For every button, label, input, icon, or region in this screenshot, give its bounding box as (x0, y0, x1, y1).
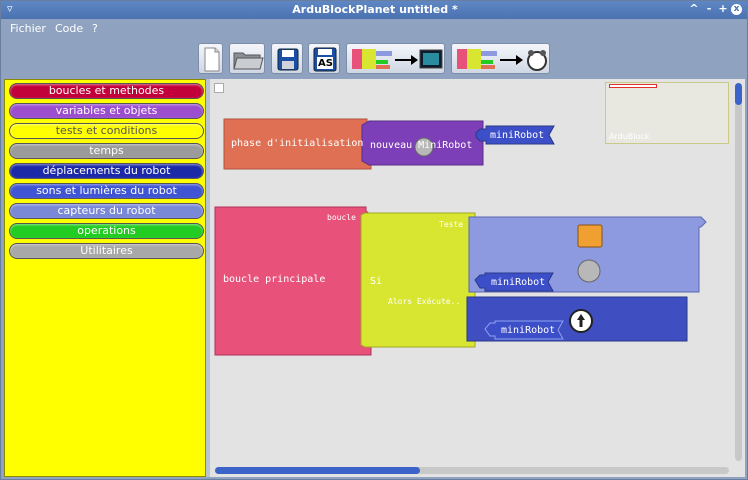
horizontal-scrollbar[interactable] (215, 467, 729, 474)
if-then-socket-label: Alors Exécute.. (388, 297, 461, 306)
loop-socket-label: boucle (327, 213, 356, 222)
if-block-label: Si (370, 276, 383, 287)
question-mark-icon (577, 224, 603, 248)
if-test-socket-label: Teste (439, 220, 464, 229)
horizontal-scroll-thumb[interactable] (215, 467, 420, 474)
mini-robot-2-label: miniRobot (491, 277, 546, 288)
app-window: ▿ ArduBlockPlanet untitled * ^ - + x Fic… (0, 0, 748, 480)
init-block-label: phase d'initialisation (231, 138, 364, 149)
sensor-robot-icon (577, 259, 601, 283)
mini-robot-3-label: miniRobot (501, 325, 556, 336)
minimap-label: ArduBlock (609, 132, 650, 141)
loop-block-label: boucle principale (223, 274, 326, 285)
mini-robot-1-label: miniRobot (490, 130, 545, 141)
vertical-scroll-thumb[interactable] (735, 83, 742, 105)
vertical-scrollbar[interactable] (735, 83, 742, 461)
blocks-layer (214, 118, 707, 356)
minimap[interactable]: ArduBlock (605, 82, 729, 144)
new-robot-block-label: nouveau MiniRobot (370, 140, 473, 151)
minimap-viewport (609, 84, 657, 88)
